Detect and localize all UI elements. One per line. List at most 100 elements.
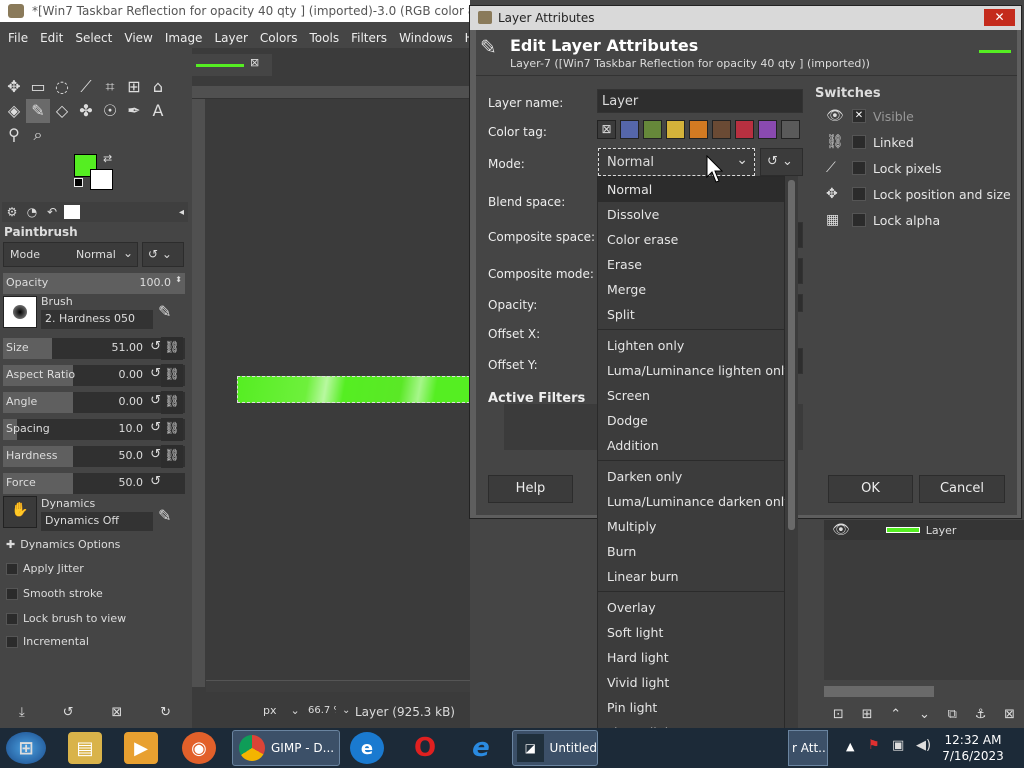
menu-file[interactable]: File <box>0 25 32 45</box>
menu-select[interactable]: Select <box>67 25 116 45</box>
volume-icon[interactable]: ◀) <box>916 738 931 753</box>
lower-layer-icon[interactable]: ⌄ <box>919 707 930 722</box>
mode-option-merge[interactable]: Merge <box>598 277 784 302</box>
no-color-tag-icon[interactable]: ⊠ <box>597 120 616 139</box>
mode-option-burn[interactable]: Burn <box>598 539 784 564</box>
reset-options-icon[interactable]: ↻ <box>160 705 171 720</box>
tool-options-tab-icon[interactable]: ⚙ <box>2 205 22 219</box>
rect-select-tool-icon[interactable]: ▭ <box>26 74 50 98</box>
hardness-slider[interactable]: Hardness 50.0 ↺ ⛓ <box>3 445 185 468</box>
link-icon[interactable]: ⛓ <box>161 391 183 414</box>
color-tag-swatch[interactable] <box>643 120 662 139</box>
switch-lock-position-and-size[interactable]: ✥ Lock position and size <box>826 182 1016 206</box>
brush-preview[interactable] <box>3 296 37 328</box>
anchor-layer-icon[interactable]: ⚓ <box>975 707 987 722</box>
layer-row[interactable]: 👁 Layer <box>824 520 1024 540</box>
show-hidden-icons-icon[interactable]: ▲ <box>846 740 854 753</box>
fuzzy-select-tool-icon[interactable]: ⟋ <box>74 75 98 99</box>
layer-name-input[interactable]: Layer <box>597 89 803 113</box>
reset-icon[interactable]: ↺ <box>150 339 161 354</box>
move-tool-icon[interactable]: ✥ <box>2 74 26 98</box>
menu-tools[interactable]: Tools <box>302 25 344 45</box>
mode-option-overlay[interactable]: Overlay <box>598 595 784 620</box>
mode-option-dodge[interactable]: Dodge <box>598 408 784 433</box>
network-icon[interactable]: ▣ <box>892 738 904 753</box>
raise-layer-icon[interactable]: ⌃ <box>890 707 901 722</box>
menu-layer[interactable]: Layer <box>206 25 251 45</box>
mode-option-pin-light[interactable]: Pin light <box>598 695 784 720</box>
close-tab-icon[interactable]: ⊠ <box>250 56 259 69</box>
dialog-close-button[interactable]: ✕ <box>984 9 1015 26</box>
layer-canvas-content[interactable] <box>237 376 470 403</box>
unit-select[interactable]: px ⌄ <box>258 698 308 722</box>
apply-jitter-checkbox[interactable]: Apply Jitter <box>6 562 84 575</box>
undo-history-tab-icon[interactable]: ↶ <box>42 205 62 219</box>
zoom-tool-icon[interactable]: ⌕ <box>26 123 50 147</box>
mode-option-screen[interactable]: Screen <box>598 383 784 408</box>
device-status-tab-icon[interactable]: ◔ <box>22 205 42 219</box>
paintbrush-tool-icon[interactable]: ✎ <box>26 98 50 123</box>
taskbar-untitled-button[interactable]: ◪ Untitled <box>512 730 598 766</box>
dropdown-scrollbar[interactable] <box>785 176 798 768</box>
cancel-button[interactable]: Cancel <box>919 475 1005 503</box>
menu-windows[interactable]: Windows <box>391 25 457 45</box>
checkbox[interactable] <box>852 135 866 149</box>
edit-dynamics-icon[interactable]: ✎ <box>158 506 171 525</box>
lock-brush-checkbox[interactable]: Lock brush to view <box>6 612 126 625</box>
new-layer-icon[interactable]: ⊡ <box>833 707 844 722</box>
mode-combobox[interactable]: Normal ⌄ <box>598 148 755 176</box>
swap-colors-icon[interactable]: ⇄ <box>103 152 112 165</box>
internet-explorer-icon[interactable]: e <box>464 732 498 764</box>
taskbar-layer-attributes-button[interactable]: r Att... <box>788 730 828 766</box>
zoom-select[interactable]: 66.7 % ⌄ <box>305 698 353 722</box>
color-tag-swatch[interactable] <box>781 120 800 139</box>
switch-lock-pixels[interactable]: ⟋ Lock pixels <box>826 156 1016 180</box>
menu-colors[interactable]: Colors <box>252 25 302 45</box>
dynamics-options-expander[interactable]: ✚ Dynamics Options <box>6 538 120 551</box>
eye-icon[interactable]: 👁 <box>832 522 850 538</box>
mode-option-split[interactable]: Split <box>598 302 784 327</box>
mode-option-normal[interactable]: Normal <box>598 177 784 202</box>
angle-slider[interactable]: Angle 0.00 ↺ ⛓ <box>3 391 185 414</box>
mode-option-luma-luminance-lighten-only[interactable]: Luma/Luminance lighten only <box>598 358 792 383</box>
taskbar-gimp-button[interactable]: GIMP - D... <box>232 730 340 766</box>
crop-tool-icon[interactable]: ⌗ <box>98 75 122 99</box>
switch-lock-alpha[interactable]: ▦ Lock alpha <box>826 208 1016 232</box>
checkbox[interactable]: ✕ <box>852 109 866 123</box>
transform-tool-icon[interactable]: ⊞ <box>122 74 146 98</box>
media-player-icon[interactable]: ▶ <box>124 732 158 764</box>
background-color-swatch[interactable] <box>90 169 113 190</box>
smudge-tool-icon[interactable]: ☉ <box>98 99 122 123</box>
mode-option-color-erase[interactable]: Color erase <box>598 227 784 252</box>
mode-reset-button[interactable]: ↺ ⌄ <box>142 242 184 267</box>
path-tool-icon[interactable]: ✒ <box>122 99 146 123</box>
mode-option-dissolve[interactable]: Dissolve <box>598 202 784 227</box>
mode-option-soft-light[interactable]: Soft light <box>598 620 784 645</box>
link-icon[interactable]: ⛓ <box>161 418 183 441</box>
edge-icon[interactable]: e <box>350 732 384 764</box>
mode-option-vivid-light[interactable]: Vivid light <box>598 670 784 695</box>
save-options-icon[interactable]: ⤓ <box>19 705 25 720</box>
dock-menu-icon[interactable]: ◂ <box>179 207 184 218</box>
switch-linked[interactable]: ⛓ Linked <box>826 130 1016 154</box>
layers-scrollbar[interactable] <box>824 686 934 697</box>
checkbox[interactable] <box>852 161 866 175</box>
color-tag-swatch[interactable] <box>666 120 685 139</box>
menu-view[interactable]: View <box>116 25 156 45</box>
smooth-stroke-checkbox[interactable]: Smooth stroke <box>6 587 103 600</box>
link-icon[interactable]: ⛓ <box>161 445 183 468</box>
checkbox[interactable] <box>852 213 866 227</box>
system-clock[interactable]: 12:32 AM 7/16/2023 <box>940 732 1006 764</box>
brush-name-field[interactable]: 2. Hardness 050 <box>41 310 153 329</box>
mode-option-multiply[interactable]: Multiply <box>598 514 784 539</box>
link-icon[interactable]: ⛓ <box>161 337 183 360</box>
aspect-ratio-slider[interactable]: Aspect Ratio 0.00 ↺ ⛓ <box>3 364 185 387</box>
duplicate-layer-icon[interactable]: ⧉ <box>948 707 957 722</box>
delete-layer-icon[interactable]: ⊠ <box>1004 707 1015 722</box>
color-tag-swatch[interactable] <box>712 120 731 139</box>
bucket-tool-icon[interactable]: ◈ <box>2 99 26 123</box>
mode-option-linear-burn[interactable]: Linear burn <box>598 564 784 589</box>
image-tab[interactable]: ⊠ <box>192 54 272 76</box>
mode-option-darken-only[interactable]: Darken only <box>598 464 784 489</box>
mode-option-hard-light[interactable]: Hard light <box>598 645 784 670</box>
